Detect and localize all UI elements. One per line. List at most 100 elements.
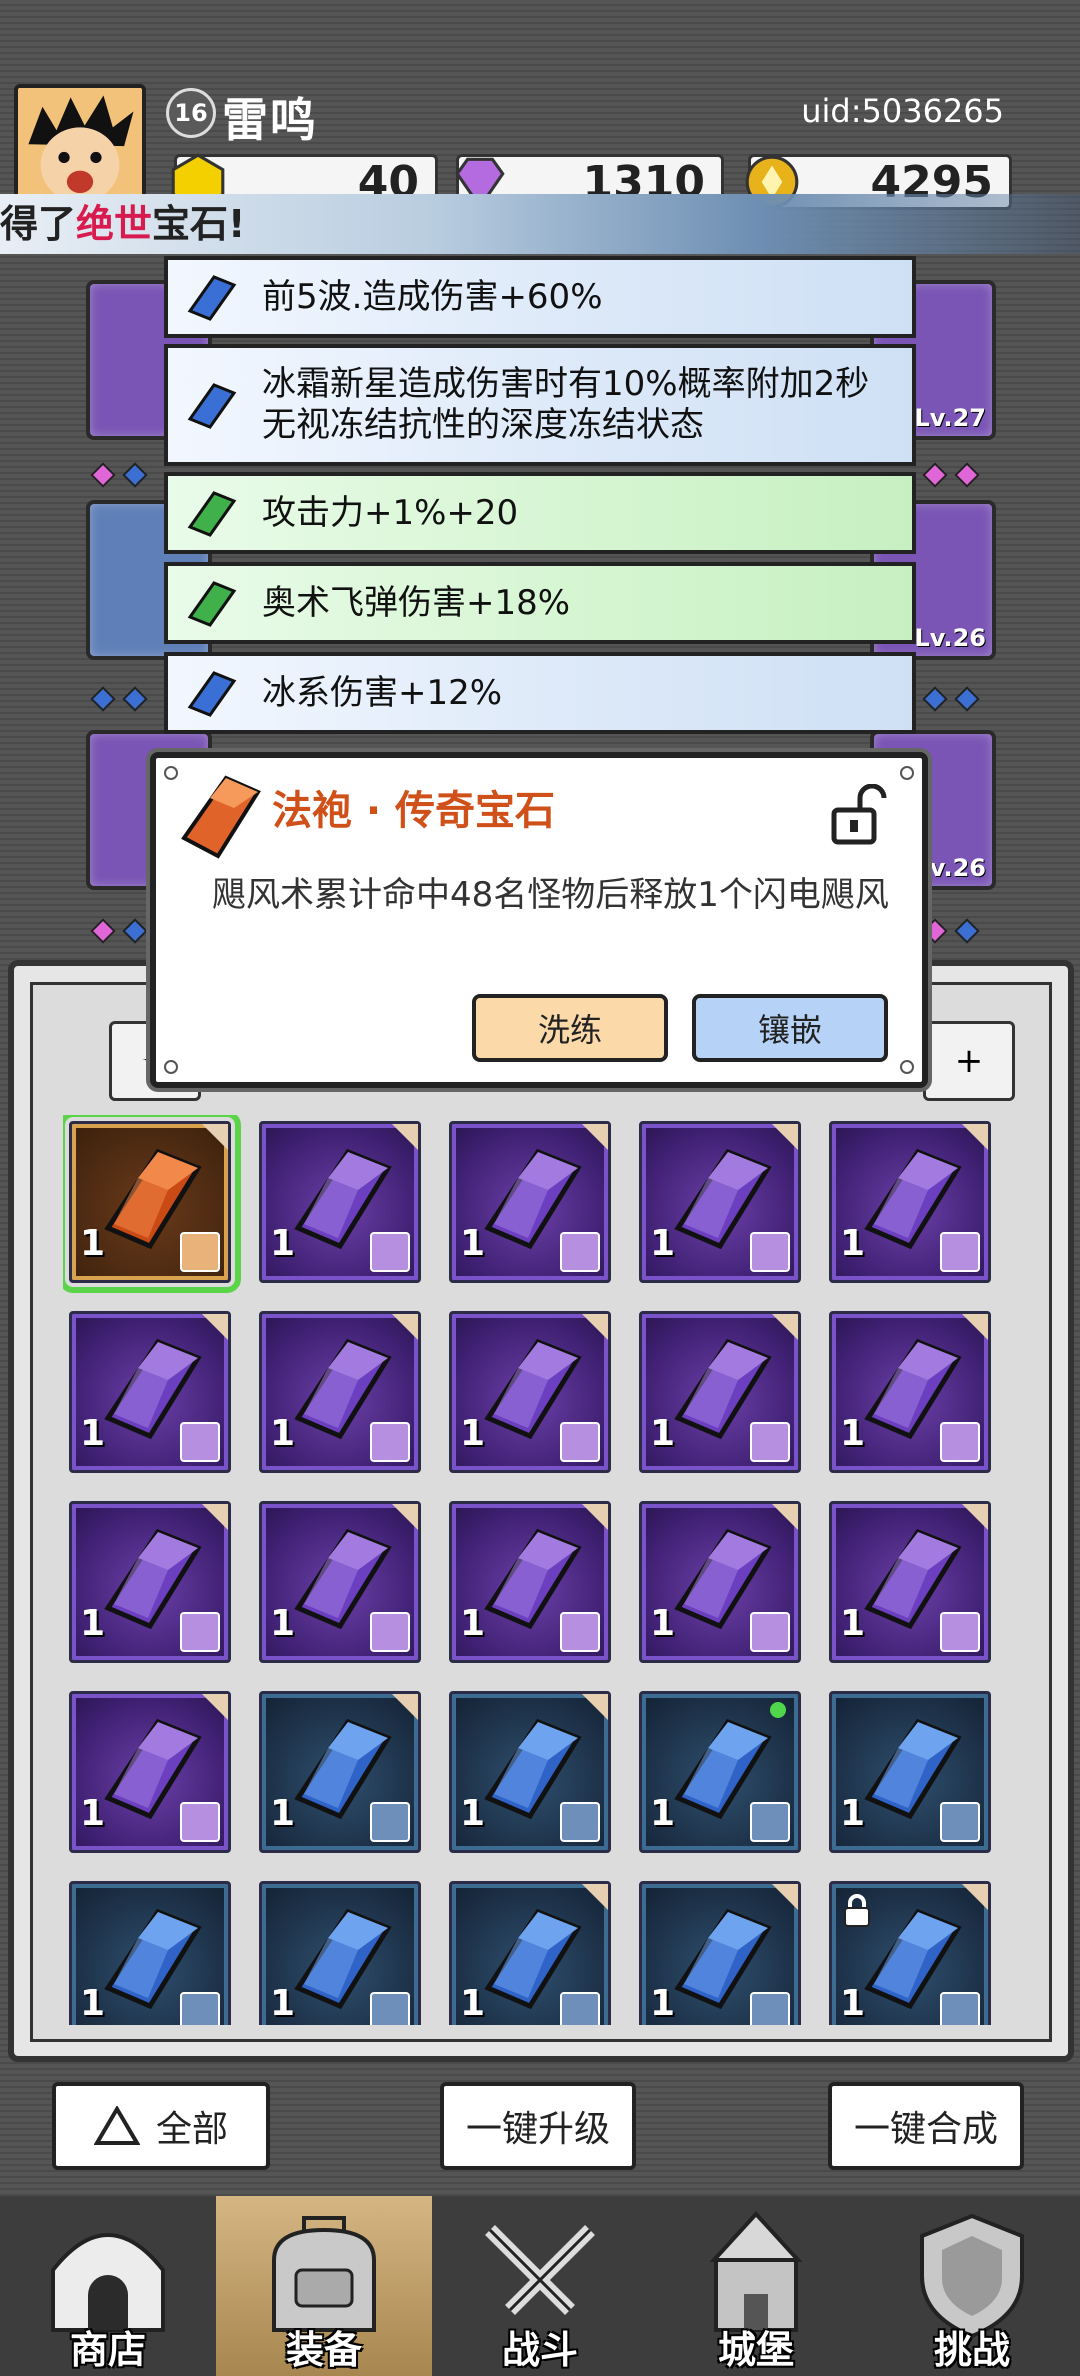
popup-title: 法袍 · 传奇宝石 [272, 788, 556, 834]
gem-slot[interactable]: 1 [259, 1121, 421, 1283]
plus-icon: + [954, 1041, 984, 1081]
gem-slot[interactable]: 1 [449, 1691, 611, 1853]
new-corner-marker [582, 1124, 608, 1150]
nav-equipment[interactable]: 装备 [216, 2196, 432, 2376]
nav-castle[interactable]: 城堡 [648, 2196, 864, 2376]
gem-slot[interactable]: 1 [259, 1311, 421, 1473]
equipment-type-icon [180, 1612, 220, 1652]
gem-slot[interactable]: 1 [829, 1121, 991, 1283]
blue-gem-icon [187, 383, 237, 429]
gem-inventory: ✧ + 1111111111111111111111111 [8, 960, 1074, 2062]
affix-text: 冰霜新星造成伤害时有10%概率附加2秒无视冻结抗性的深度冻结状态 [262, 364, 870, 445]
equipment-type-icon [750, 1422, 790, 1462]
gem-slot[interactable]: 1 [259, 1691, 421, 1853]
top-bar: 16 雷鸣 uid:5036265 40 1310 4295 [0, 0, 1080, 214]
banner-highlight: 绝世 [76, 202, 153, 246]
affix-text: 奥术飞弹伤害+18% [262, 582, 571, 623]
gem-count: 1 [840, 1603, 866, 1644]
gem-slot[interactable]: 1 [69, 1501, 231, 1663]
gem-slot[interactable]: 1 [639, 1311, 801, 1473]
gem-slot[interactable]: 1 [829, 1691, 991, 1853]
green-gem-icon [187, 581, 237, 627]
affix-row: 攻击力+1%+20 [164, 472, 916, 554]
gem-slot[interactable]: 1 [449, 1501, 611, 1663]
equipment-type-icon [560, 1232, 600, 1272]
gem-slot[interactable]: 1 [259, 1881, 421, 2025]
one-click-upgrade-button[interactable]: 一键升级 [440, 2082, 636, 2170]
gem-count: 1 [80, 1223, 106, 1264]
bottom-nav: 商店 装备 战斗 城堡 挑战 [0, 2196, 1080, 2376]
gem-slot[interactable]: 1 [449, 1881, 611, 2025]
equipment-type-icon [940, 1802, 980, 1842]
gem-slot[interactable]: 1 [69, 1311, 231, 1473]
wash-button[interactable]: 洗练 [472, 994, 668, 1062]
gem-count: 1 [270, 1983, 296, 2024]
nav-label: 商店 [69, 2328, 146, 2372]
gem-slot[interactable]: 1 [69, 1691, 231, 1853]
equipment-type-icon [560, 1422, 600, 1462]
socket-diamond [122, 686, 148, 712]
gem-count: 1 [270, 1413, 296, 1454]
gem-slot[interactable]: 1 [829, 1311, 991, 1473]
corner-rivet [164, 766, 178, 780]
gem-slot[interactable]: 1 [829, 1501, 991, 1663]
nav-challenge[interactable]: 挑战 [864, 2196, 1080, 2376]
equipment-type-icon [750, 1232, 790, 1272]
new-corner-marker [772, 1314, 798, 1340]
equipment-type-icon [370, 1802, 410, 1842]
affix-text: 前5波.造成伤害+60% [262, 276, 603, 317]
filter-all-button[interactable]: 全部 [52, 2082, 270, 2170]
gem-slot[interactable]: 1 [639, 1881, 801, 2025]
blue-gem-icon [187, 671, 237, 717]
gem-count: 1 [80, 1793, 106, 1834]
new-corner-marker [202, 1694, 228, 1720]
gem-count: 1 [80, 1603, 106, 1644]
equipment-type-icon [370, 1422, 410, 1462]
nav-battle[interactable]: 战斗 [432, 2196, 648, 2376]
gem-count: 1 [650, 1983, 676, 2024]
gem-slot[interactable]: 1 [69, 1881, 231, 2025]
equipment-type-icon [180, 1802, 220, 1842]
gem-count: 1 [840, 1223, 866, 1264]
gem-slot[interactable]: 1 [639, 1501, 801, 1663]
filter-add-button[interactable]: + [923, 1021, 1015, 1101]
unlock-icon[interactable] [830, 784, 888, 848]
nav-label: 挑战 [933, 2328, 1010, 2372]
banner-suffix: 宝石! [152, 202, 246, 246]
blue-gem-icon [187, 275, 237, 321]
socket-diamond [922, 686, 948, 712]
gem-slot[interactable]: 1 [449, 1311, 611, 1473]
lock-icon [844, 1894, 870, 1927]
nav-shop[interactable]: 商店 [0, 2196, 216, 2376]
gem-count: 1 [840, 1983, 866, 2024]
one-click-merge-button[interactable]: 一键合成 [828, 2082, 1024, 2170]
gem-count: 1 [80, 1983, 106, 2024]
gem-slot[interactable]: 1 [449, 1121, 611, 1283]
gem-slot[interactable]: 1 [259, 1501, 421, 1663]
socket-diamond [90, 686, 116, 712]
new-corner-marker [772, 1884, 798, 1910]
affix-row: 冰霜新星造成伤害时有10%概率附加2秒无视冻结抗性的深度冻结状态 [164, 344, 916, 466]
gem-slot[interactable]: 1 [829, 1881, 991, 2025]
equip-level: Lv.26 [914, 624, 987, 652]
new-corner-marker [202, 1124, 228, 1150]
socket-diamond [122, 918, 148, 944]
gem-slot[interactable]: 1 [639, 1691, 801, 1853]
inventory-inner: ✧ + 1111111111111111111111111 [30, 982, 1052, 2042]
new-corner-marker [392, 1314, 418, 1340]
equipment-type-icon [180, 1232, 220, 1272]
equipment-type-icon [940, 1612, 980, 1652]
affix-text: 攻击力+1%+20 [262, 492, 519, 533]
new-corner-marker [582, 1314, 608, 1340]
gem-slot[interactable]: 1 [639, 1121, 801, 1283]
banner-prefix: 得了 [0, 202, 77, 246]
gem-slot[interactable]: 1 [63, 1115, 241, 1293]
new-corner-marker [202, 1504, 228, 1530]
gem-count: 1 [650, 1603, 676, 1644]
gem-count: 1 [460, 1223, 486, 1264]
gem-count: 1 [650, 1793, 676, 1834]
nav-label: 装备 [285, 2328, 362, 2372]
gem-grid: 1 1 1 1 1 1 1 1 1 1 1 1 1 1 1 1 1 1 1 1 1 1 1 1 1 [63, 1115, 1043, 2025]
nav-label: 城堡 [717, 2328, 794, 2372]
inlay-button[interactable]: 镶嵌 [692, 994, 888, 1062]
